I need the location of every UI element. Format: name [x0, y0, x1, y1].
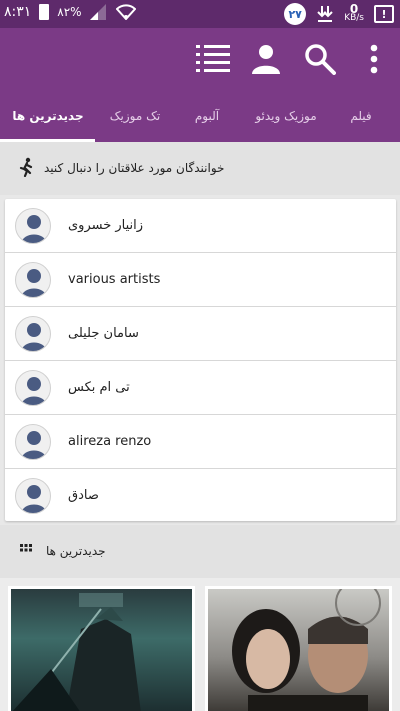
- artist-name: صادق: [68, 488, 99, 503]
- tab-music-video[interactable]: موزیک ویدئو: [248, 90, 324, 142]
- battery-percent: ۸۲%: [57, 5, 82, 19]
- poster-image: [11, 589, 192, 711]
- artist-name: تی ام بکس: [68, 380, 130, 395]
- network-speed-unit: KB/s: [344, 13, 364, 23]
- artist-row[interactable]: تی ام بکس: [5, 361, 396, 415]
- app-toolbar: [0, 28, 400, 90]
- latest-media-grid: [0, 578, 400, 711]
- tab-single-track[interactable]: تک موزیک: [103, 90, 167, 142]
- network-speed: 0 KB/s: [344, 3, 364, 23]
- avatar: [15, 316, 51, 352]
- tab-album[interactable]: آلبوم: [186, 90, 228, 142]
- account-icon[interactable]: [248, 41, 284, 77]
- wifi-icon: [115, 4, 136, 20]
- artist-row[interactable]: صادق: [5, 469, 396, 521]
- media-tile[interactable]: [205, 586, 392, 711]
- notification-badge: ۲۷: [284, 3, 307, 25]
- artist-name: سامان جلیلی: [68, 326, 139, 341]
- artist-row[interactable]: سامان جلیلی: [5, 307, 396, 361]
- signal-icon: [89, 4, 106, 20]
- avatar: [15, 208, 51, 244]
- alert-icon: !: [374, 5, 394, 23]
- status-bar: ۸:۳۱ ۸۲% ۲۷ 0 KB/s !: [0, 0, 400, 28]
- follow-artists-text: خوانندگان مورد علاقتان را دنبال کنید: [44, 161, 225, 175]
- latest-section-title: جدیدترین ها: [46, 544, 106, 558]
- artist-name: alireza renzo: [68, 434, 152, 449]
- tab-label: تک موزیک: [109, 109, 161, 123]
- follow-artists-header: خوانندگان مورد علاقتان را دنبال کنید: [0, 142, 400, 195]
- artist-name: various artists: [68, 272, 161, 287]
- running-person-icon: [19, 157, 33, 177]
- status-time: ۸:۳۱: [4, 4, 32, 20]
- avatar: [15, 478, 51, 514]
- tab-label: جدیدترین ها: [12, 109, 84, 123]
- status-bar-right: ۲۷ 0 KB/s !: [284, 3, 394, 25]
- artist-name: زانیار خسروی: [68, 218, 144, 233]
- poster-image: [208, 589, 389, 711]
- avatar: [15, 424, 51, 460]
- status-bar-left: ۸:۳۱ ۸۲%: [4, 4, 136, 20]
- artist-list: زانیار خسروی various artists سامان جلیلی…: [5, 199, 396, 521]
- grid-view-icon: [20, 544, 32, 552]
- tab-latest[interactable]: جدیدترین ها: [6, 90, 90, 142]
- artist-row[interactable]: alireza renzo: [5, 415, 396, 469]
- artist-row[interactable]: زانیار خسروی: [5, 199, 396, 253]
- tab-label: آلبوم: [194, 109, 220, 123]
- tab-label: فیلم: [350, 109, 372, 123]
- latest-section-header: جدیدترین ها: [0, 525, 400, 578]
- search-icon[interactable]: [302, 41, 338, 77]
- download-icon: [317, 6, 333, 22]
- media-tile[interactable]: [8, 586, 195, 711]
- tab-film[interactable]: فیلم: [340, 90, 382, 142]
- overflow-menu-icon[interactable]: [356, 41, 392, 77]
- category-tabs: فیلم موزیک ویدئو آلبوم تک موزیک جدیدترین…: [0, 90, 400, 142]
- tab-label: موزیک ویدئو: [255, 109, 317, 123]
- menu-list-icon[interactable]: [195, 41, 231, 77]
- battery-icon: [39, 4, 50, 20]
- artist-row[interactable]: various artists: [5, 253, 396, 307]
- avatar: [15, 262, 51, 298]
- avatar: [15, 370, 51, 406]
